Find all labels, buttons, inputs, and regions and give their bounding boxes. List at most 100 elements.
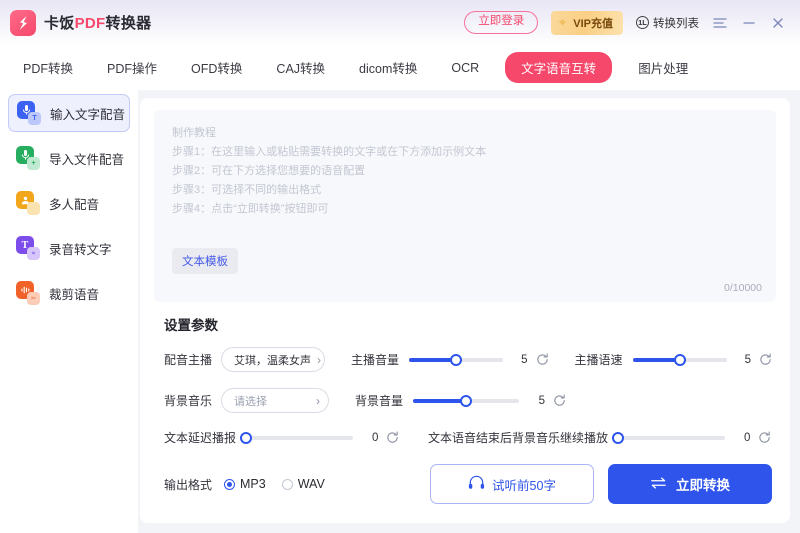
slider-knob[interactable]: [240, 431, 253, 444]
sidebar-item-input-text-dubbing[interactable]: T 输入文字配音: [8, 94, 130, 132]
bgm-volume-slider[interactable]: [413, 394, 520, 408]
bgm-select-value: 请选择: [234, 395, 268, 408]
tab-image-process[interactable]: 图片处理: [638, 52, 688, 83]
reset-icon[interactable]: [758, 431, 772, 445]
voice-volume-value: 5: [521, 353, 528, 366]
card-pdf-logo-icon: [10, 9, 36, 36]
bgm-label: 背景音乐: [164, 394, 213, 408]
voice-speed-label: 主播语速: [574, 353, 623, 367]
action-buttons: 试听前50字 立即转换: [430, 464, 772, 504]
convert-button-label: 立即转换: [676, 478, 730, 493]
brand-mid: PDF: [74, 15, 106, 32]
sidebar-item-label: 多人配音: [49, 197, 100, 212]
output-row: 输出格式 MP3 WAV 试听前50字 立即转换: [164, 464, 772, 504]
radio-mp3[interactable]: MP3: [224, 477, 266, 491]
menu-lines-icon[interactable]: [712, 15, 728, 31]
placeholder-line: 步骤1：在这里输入或粘贴需要转换的文字或在下方添加示例文本: [172, 146, 487, 158]
delay-row: 文本延迟播报 0 文本语音结束后背景音乐继续播放 0: [164, 429, 772, 446]
conversion-list-button[interactable]: 1L 转换列表: [636, 15, 699, 31]
slider-fill: [409, 357, 457, 362]
brand-prefix: 卡饭: [44, 15, 75, 32]
brand-logo: 卡饭PDF转换器: [10, 9, 151, 36]
text-delay-slider[interactable]: [240, 431, 353, 445]
placeholder-line: 制作教程: [172, 127, 216, 139]
content-card: 制作教程 步骤1：在这里输入或粘贴需要转换的文字或在下方添加示例文本 步骤2：可…: [140, 98, 790, 523]
sidebar-item-trim-audio[interactable]: ✂ 裁剪语音: [8, 274, 130, 312]
reset-icon[interactable]: [386, 431, 400, 445]
radio-wav-label: WAV: [297, 477, 325, 491]
text-template-button[interactable]: 文本模板: [172, 248, 238, 274]
preview-button[interactable]: 试听前50字: [430, 464, 594, 504]
chevron-right-icon: ›: [317, 352, 322, 367]
tab-caj-convert[interactable]: CAJ转换: [276, 52, 325, 83]
settings-title: 设置参数: [164, 318, 218, 333]
sidebar-item-label: 录音转文字: [49, 242, 112, 257]
brand-suffix: 转换器: [105, 15, 152, 32]
application-window: 卡饭PDF转换器 立即登录 VIP充值 1L 转换列表 PDF转换 PDF操作 …: [0, 0, 800, 533]
login-button[interactable]: 立即登录: [464, 11, 539, 34]
bgm-select[interactable]: 请选择 ›: [221, 388, 330, 413]
sidebar: T 输入文字配音 + 导入文件配音 多人配音 T ≈ 录音转文字 ✂ 裁剪语音: [0, 90, 138, 533]
slider-track: [246, 435, 353, 440]
tab-pdf-operate[interactable]: PDF操作: [107, 52, 157, 83]
slider-knob[interactable]: [612, 431, 625, 444]
main-panel: 制作教程 步骤1：在这里输入或粘贴需要转换的文字或在下方添加示例文本 步骤2：可…: [138, 90, 800, 533]
placeholder-line: 步骤3：可选择不同的输出格式: [172, 184, 322, 196]
slider-knob[interactable]: [450, 353, 463, 366]
output-format-label: 输出格式: [164, 477, 213, 492]
bgm-volume-label: 背景音量: [355, 394, 404, 408]
body-container: T 输入文字配音 + 导入文件配音 多人配音 T ≈ 录音转文字 ✂ 裁剪语音 …: [0, 90, 800, 533]
brand-title: 卡饭PDF转换器: [44, 12, 151, 33]
tab-text-speech[interactable]: 文字语音互转: [505, 52, 613, 83]
voice-row: 配音主播 艾琪，温柔女声 › 主播音量 5 主播语速 5: [164, 347, 772, 372]
sidebar-item-import-file-dubbing[interactable]: + 导入文件配音: [8, 139, 130, 177]
tab-ofd-convert[interactable]: OFD转换: [191, 52, 242, 83]
voice-label: 配音主播: [164, 353, 213, 367]
minimize-icon[interactable]: [741, 15, 757, 31]
convert-arrows-icon: [650, 476, 667, 493]
microphone-file-icon: +: [16, 146, 40, 170]
titlebar-controls: 立即登录 VIP充值 1L 转换列表: [464, 10, 786, 35]
tab-pdf-convert[interactable]: PDF转换: [23, 52, 73, 83]
headphones-icon: [468, 475, 485, 493]
vip-recharge-button[interactable]: VIP充值: [551, 10, 623, 35]
slider-knob[interactable]: [673, 353, 686, 366]
conversion-list-label: 转换列表: [653, 17, 699, 30]
sidebar-item-label: 输入文字配音: [50, 107, 126, 122]
sidebar-item-label: 裁剪语音: [49, 287, 100, 302]
voice-select-value: 艾琪，温柔女声: [234, 354, 312, 367]
placeholder-line: 步骤2：可在下方选择您想要的语音配置: [172, 165, 366, 177]
reset-icon[interactable]: [553, 394, 567, 408]
radio-wav[interactable]: WAV: [281, 477, 325, 491]
radio-dot-icon: [224, 478, 236, 490]
voice-speed-slider[interactable]: [632, 353, 727, 367]
sidebar-item-audio-to-text[interactable]: T ≈ 录音转文字: [8, 229, 130, 267]
text-delay-label: 文本延迟播报: [164, 431, 237, 445]
sidebar-item-multi-speaker[interactable]: 多人配音: [8, 184, 130, 222]
audio-to-text-icon: T ≈: [16, 236, 40, 260]
slider-fill: [413, 398, 467, 403]
text-input-area[interactable]: 制作教程 步骤1：在这里输入或粘贴需要转换的文字或在下方添加示例文本 步骤2：可…: [154, 110, 776, 302]
title-bar: 卡饭PDF转换器 立即登录 VIP充值 1L 转换列表: [0, 0, 800, 45]
reset-icon[interactable]: [536, 353, 549, 367]
slider-knob[interactable]: [460, 394, 473, 407]
sidebar-item-label: 导入文件配音: [49, 152, 125, 167]
convert-button[interactable]: 立即转换: [608, 464, 772, 504]
crown-icon: [556, 16, 569, 29]
character-counter: 0/10000: [724, 282, 762, 294]
reset-icon[interactable]: [759, 353, 772, 367]
main-nav-tabs: PDF转换 PDF操作 OFD转换 CAJ转换 dicom转换 OCR 文字语音…: [0, 45, 800, 90]
tab-dicom-convert[interactable]: dicom转换: [359, 52, 417, 83]
conversion-count-badge: 1L: [636, 16, 649, 29]
bgm-continue-label: 文本语音结束后背景音乐继续播放: [428, 431, 609, 445]
close-icon[interactable]: [770, 15, 786, 31]
bgm-volume-value: 5: [538, 394, 546, 407]
tab-ocr[interactable]: OCR: [451, 55, 479, 81]
bgm-row: 背景音乐 请选择 › 背景音量 5: [164, 388, 772, 413]
voice-volume-slider[interactable]: [409, 353, 504, 367]
voice-volume-label: 主播音量: [351, 353, 400, 367]
settings-section: 设置参数 配音主播 艾琪，温柔女声 › 主播音量 5 主播语速 5 背景音乐 请…: [154, 302, 776, 513]
bgm-continue-slider[interactable]: [612, 431, 725, 445]
voice-select[interactable]: 艾琪，温柔女声 ›: [221, 347, 326, 372]
preview-button-label: 试听前50字: [492, 478, 556, 493]
